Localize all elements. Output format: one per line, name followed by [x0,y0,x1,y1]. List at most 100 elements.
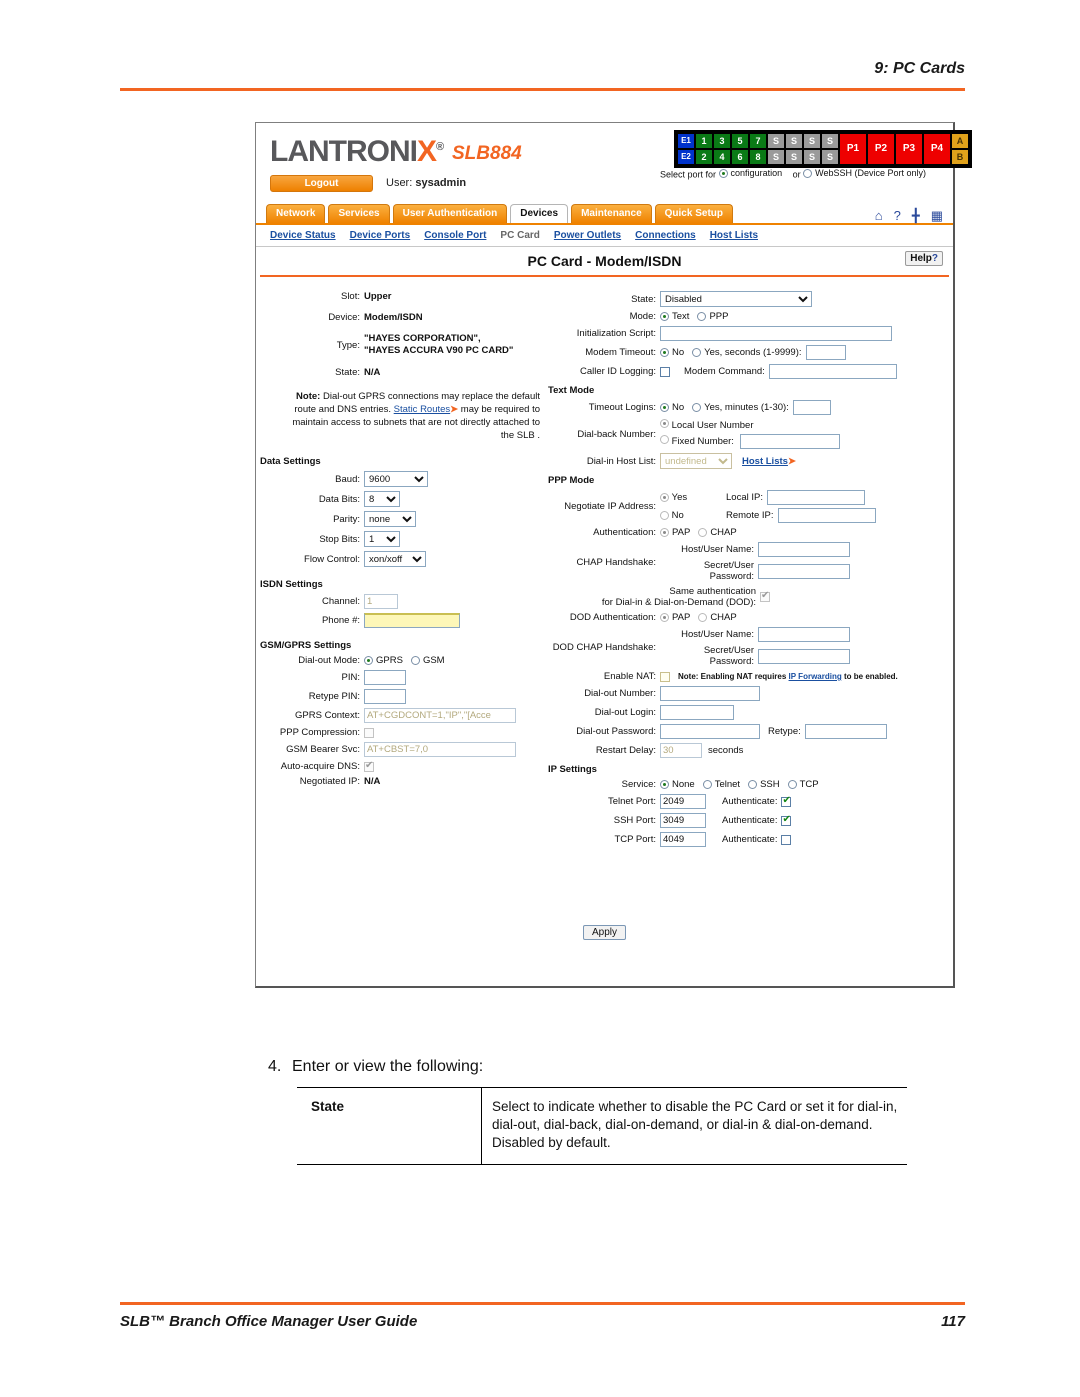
port-e1[interactable]: E1 [678,134,694,148]
telnet-port-input[interactable] [660,794,706,809]
local-ip-input[interactable] [766,490,865,505]
select-port-mode[interactable]: Select port for configuration or WebSSH … [660,168,934,180]
tab-services[interactable]: Services [328,204,390,223]
port-4[interactable]: 4 [714,150,730,164]
radio-auth-chap[interactable]: CHAP [698,527,737,538]
subnav-device-status[interactable]: Device Status [270,230,336,241]
retype-pin-input[interactable] [364,689,406,704]
device-port-3-4[interactable]: 3 4 [714,134,730,164]
radio-dod-chap[interactable]: CHAP [698,612,737,623]
timeout-logins-input[interactable] [792,400,831,415]
radio-mode-ppp[interactable]: PPP [697,311,728,322]
dialout-password-input[interactable] [660,724,760,739]
modem-command-input[interactable] [768,364,897,379]
dialout-login-input[interactable] [660,705,734,720]
logout-button[interactable]: Logout [270,175,373,192]
gsm-bearer-input[interactable] [364,742,516,757]
radio-dialback-fixed[interactable]: Fixed Number: [660,434,840,449]
power-outlet-p1[interactable]: P1 [840,134,866,164]
radio-service-ssh[interactable]: SSH [748,779,780,790]
power-outlet-p2[interactable]: P2 [868,134,894,164]
power-outlet-p3[interactable]: P3 [896,134,922,164]
radio-modem-timeout-no[interactable]: No [660,347,684,358]
subnav-pc-card[interactable]: PC Card [500,230,539,241]
tab-devices[interactable]: Devices [510,204,569,223]
state-select[interactable]: Disabled [660,291,812,307]
power-outlet-p4[interactable]: P4 [924,134,950,164]
pc-card-slot-b[interactable]: B [952,150,968,164]
radio-negotiate-yes[interactable]: Yes [660,492,726,503]
serial-port-col-2[interactable]: S S [786,134,802,164]
dod-host-user-input[interactable] [758,627,850,642]
port-8[interactable]: 8 [750,150,766,164]
tab-network[interactable]: Network [266,204,326,223]
ip-forwarding-link[interactable]: IP Forwarding [789,672,842,681]
radio-dialback-local[interactable]: Local User Number [660,419,840,431]
init-script-input[interactable] [660,326,892,341]
radio-mode-text[interactable]: Text [660,311,689,322]
telnet-authenticate-checkbox[interactable] [781,795,792,807]
radio-dod-pap[interactable]: PAP [660,612,690,623]
radio-modem-timeout-yes[interactable]: Yes, seconds (1-9999): [692,347,802,358]
host-lists-link[interactable]: Host Lists [742,456,788,467]
flow-control-select[interactable]: xon/xoff [364,551,426,567]
port-2[interactable]: 2 [696,150,712,164]
enable-nat-checkbox[interactable] [660,671,670,682]
sub-navigation[interactable]: Device Status Device Ports Console Port … [256,225,953,247]
serial-port-s8[interactable]: S [822,150,838,164]
radio-dialout-gprs[interactable]: GPRS [364,655,403,666]
tab-user-authentication[interactable]: User Authentication [392,204,508,223]
port-e2[interactable]: E2 [678,150,694,164]
serial-port-s7[interactable]: S [804,150,820,164]
outlet-p2[interactable]: P2 [868,134,894,164]
tab-quick-setup[interactable]: Quick Setup [654,204,733,223]
restart-delay-input[interactable] [660,743,702,758]
modem-timeout-input[interactable] [805,345,846,360]
caller-id-checkbox[interactable] [660,366,670,377]
auto-dns-checkbox[interactable] [364,760,374,772]
serial-port-s2[interactable]: S [786,134,802,148]
tcp-port-input[interactable] [660,832,706,847]
radio-dialout-gsm[interactable]: GSM [410,655,445,666]
subnav-console-port[interactable]: Console Port [424,230,486,241]
subnav-device-ports[interactable]: Device Ports [350,230,411,241]
radio-service-telnet[interactable]: Telnet [702,779,740,790]
dialback-fixed-input[interactable] [739,434,840,449]
tcp-authenticate-checkbox[interactable] [781,834,792,845]
ssh-port-input[interactable] [660,813,706,828]
ppp-compression-checkbox[interactable] [364,727,374,738]
help-button[interactable]: Help? [905,251,943,266]
device-port-5-6[interactable]: 5 6 [732,134,748,164]
stop-bits-select[interactable]: 1 [364,531,400,547]
port-5[interactable]: 5 [732,134,748,148]
radio-service-tcp[interactable]: TCP [787,779,819,790]
subnav-host-lists[interactable]: Host Lists [710,230,758,241]
serial-port-s1[interactable]: S [768,134,784,148]
serial-port-s3[interactable]: S [804,134,820,148]
outlet-p4[interactable]: P4 [924,134,950,164]
device-port-7-8[interactable]: 7 8 [750,134,766,164]
parity-select[interactable]: none [364,511,416,527]
serial-port-col-1[interactable]: S S [768,134,784,164]
tab-maintenance[interactable]: Maintenance [571,204,652,223]
port-1[interactable]: 1 [696,134,712,148]
radio-configuration[interactable]: configuration [718,168,782,178]
static-routes-link[interactable]: Static Routes [394,404,451,415]
serial-port-s4[interactable]: S [822,134,838,148]
device-port-1-2[interactable]: 1 2 [696,134,712,164]
port-6[interactable]: 6 [732,150,748,164]
serial-port-s6[interactable]: S [786,150,802,164]
pin-input[interactable] [364,670,406,685]
pc-card-slot-a[interactable]: A [952,134,968,148]
channel-input[interactable] [364,594,398,609]
outlet-p1[interactable]: P1 [840,134,866,164]
radio-auth-pap[interactable]: PAP [660,527,690,538]
dialin-hostlist-select[interactable]: undefined [660,453,732,469]
radio-timeout-logins-yes[interactable]: Yes, minutes (1-30): [692,402,789,413]
apply-button[interactable]: Apply [582,925,626,940]
pc-card-slots[interactable]: A B [952,134,968,164]
port-7[interactable]: 7 [750,134,766,148]
main-tab-bar[interactable]: Network Services User Authentication Dev… [266,201,953,223]
baud-select[interactable]: 9600 [364,471,428,487]
radio-webssh[interactable]: WebSSH (Device Port only) [803,168,926,178]
